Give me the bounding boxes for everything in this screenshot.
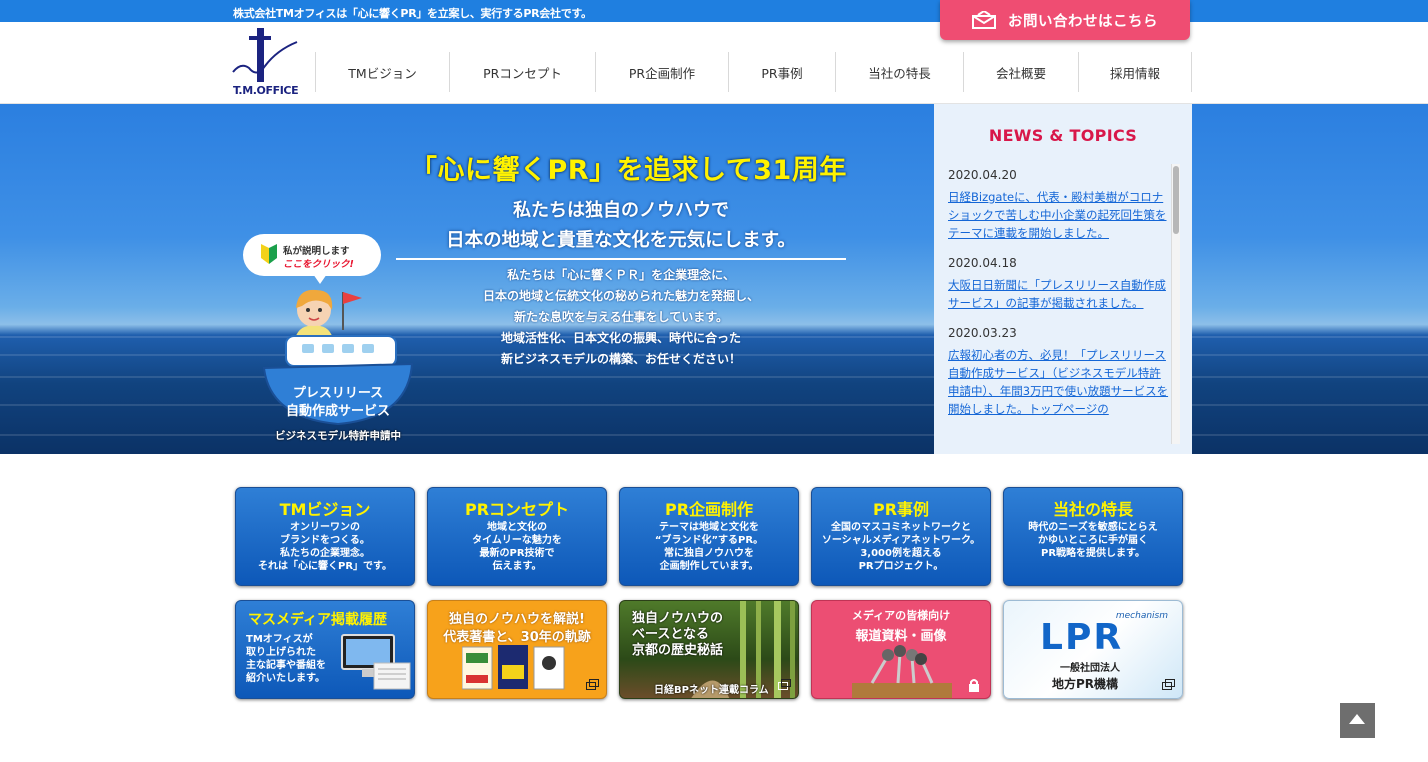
scrollbar-thumb[interactable] <box>1173 166 1179 234</box>
news-link[interactable]: 広報初心者の方、必見！「プレスリリース自動作成サービス」（ビジネスモデル特許申請… <box>948 346 1172 418</box>
nav-item[interactable]: PR事例 <box>728 52 835 92</box>
card-title: PR企画制作 <box>664 500 754 519</box>
news-panel: NEWS & TOPICS 2020.04.20 日経Bizgateに、代表・殿… <box>934 104 1192 454</box>
nav-item[interactable]: PRコンセプト <box>449 52 595 92</box>
top-bar: 株式会社TMオフィスは「心に響くPR」を立案し、実行するPR会社です。 <box>0 0 1428 22</box>
kyoto-caption: 日経BPネット連載コラム <box>654 685 769 696</box>
news-date: 2020.03.23 <box>948 326 1017 340</box>
external-link-icon <box>1162 679 1175 690</box>
boat-label-1: プレスリリース <box>292 386 384 401</box>
hero-body-line: 新たな息吹を与える仕事をしています。 <box>513 310 729 324</box>
hero-divider <box>396 258 846 260</box>
boat-label-2: 自動作成サービス <box>285 404 390 419</box>
news-title: NEWS & TOPICS <box>988 126 1138 145</box>
mass-media-banner[interactable]: マスメディア掲載履歴 TMオフィスが 取り上げられた 主な記事や番組を 紹介いたします… <box>235 600 415 699</box>
hero-subtitle-1: 私たちは独自のノウハウで <box>513 200 729 221</box>
hero-body-line: 地域活性化、日本文化の振興、時代に合った <box>500 331 741 345</box>
main-nav: TMビジョン PRコンセプト PR企画制作 PR事例 当社の特長 会社概要 採用情報 <box>315 52 1192 92</box>
news-item: 2020.04.20 日経Bizgateに、代表・殿村美樹がコロナショックで苦し… <box>948 168 1172 242</box>
press-line-1: メディアの皆様向け <box>851 609 951 622</box>
back-to-top-button[interactable] <box>1340 703 1375 738</box>
nav-item[interactable]: TMビジョン <box>315 52 449 92</box>
microphones-icon <box>852 645 952 698</box>
nav-item[interactable]: 採用情報 <box>1078 52 1192 92</box>
lpr-banner[interactable]: mechanism LPR 一般社団法人 地方PR機構 <box>1003 600 1183 699</box>
hero-body-line: 私たちは「心に響くＰＲ」を企業理念に、 <box>507 268 735 282</box>
kyoto-line-3: 京都の歴史秘話 <box>632 643 724 658</box>
kyoto-column-banner[interactable]: 独自ノウハウの ベースとなる 京都の歴史秘話 日経BPネット連載コラム <box>619 600 799 699</box>
news-date: 2020.04.20 <box>948 168 1017 182</box>
card-title: 当社の特長 <box>1052 500 1133 519</box>
category-card[interactable]: PR事例全国のマスコミネットワークと ソーシャルメディアネットワーク。 3,000例… <box>811 487 991 586</box>
logo-mark-icon <box>232 28 298 82</box>
nav-item[interactable]: 当社の特長 <box>835 52 963 92</box>
news-date: 2020.04.18 <box>948 256 1017 270</box>
lock-icon <box>969 679 979 692</box>
guide-bubble[interactable]: 私が説明します ここをクリック! <box>243 234 381 284</box>
news-list: 2020.04.20 日経Bizgateに、代表・殿村美樹がコロナショックで苦し… <box>948 168 1172 454</box>
hero-subtitle-2: 日本の地域と貴重な文化を元気にします。 <box>446 230 796 251</box>
header: T.M.OFFICE TMビジョン PRコンセプト PR企画制作 PR事例 当社の特長会… <box>0 22 1428 104</box>
beginner-mark-icon <box>261 244 277 264</box>
book-banner[interactable]: 独自のノウハウを解説! 代表著書と、30年の軌跡 <box>427 600 607 699</box>
category-card[interactable]: PR企画制作テーマは地域と文化を “ブランド化”するPR。 常に独自ノウハウを 企画制… <box>619 487 799 586</box>
bubble-line-2: ここをクリック! <box>283 259 354 270</box>
press-line-2: 報道資料・画像 <box>855 629 947 644</box>
news-scrollbar[interactable] <box>1171 164 1180 444</box>
external-link-icon <box>778 679 791 690</box>
lpr-mechanism: mechanism <box>1115 611 1168 621</box>
book-line-1: 独自のノウハウを解説! <box>449 612 585 627</box>
category-card[interactable]: 当社の特長時代のニーズを敏感にとらえ かゆいところに手が届く PR戦略を提供します。 <box>1003 487 1183 586</box>
books-icon <box>462 645 565 690</box>
mass-media-desc: TMオフィスが 取り上げられた 主な記事や番組を 紹介いたします。 <box>246 634 326 684</box>
news-item: 2020.03.23 広報初心者の方、必見！「プレスリリース自動作成サービス」（… <box>948 326 1172 418</box>
category-card[interactable]: TMビジョンオンリーワンの ブランドをつくる。 私たちの企業理念。 それは「心に響くP… <box>235 487 415 586</box>
category-card[interactable]: PRコンセプト地域と文化の タイムリーな魅力を 最新のPR技術で 伝えます。 <box>427 487 607 586</box>
hero-body-line: 日本の地域と伝統文化の秘められた魅力を発掘し、 <box>482 289 759 303</box>
card-description: テーマは地域と文化を “ブランド化”するPR。 常に独自ノウハウを 企画制作しています… <box>654 522 764 572</box>
mass-media-title: マスメディア掲載履歴 <box>248 612 388 628</box>
bubble-line-1: 私が説明します <box>283 246 350 257</box>
patent-caption: ビジネスモデル特許申請中 <box>275 430 401 442</box>
tagline: 株式会社TMオフィスは「心に響くPR」を立案し、実行するPR会社です。 <box>233 7 592 20</box>
news-link[interactable]: 日経Bizgateに、代表・殿村美樹がコロナショックで苦しむ中小企業の起死回生策… <box>948 188 1172 242</box>
lpr-line-2: 地方PR機構 <box>1052 677 1119 691</box>
hero-body-line: 新ビジネスモデルの構築、お任せください！ <box>500 352 741 366</box>
lpr-logo: LPR <box>1040 617 1124 658</box>
external-link-icon <box>586 679 599 690</box>
book-line-2: 代表著書と、30年の軌跡 <box>443 630 591 645</box>
card-description: 地域と文化の タイムリーな魅力を 最新のPR技術で 伝えます。 <box>472 522 562 572</box>
logo[interactable]: T.M.OFFICE <box>231 28 301 100</box>
news-link[interactable]: 大阪日日新聞に「プレスリリース自動作成サービス」の記事が掲載されました。 <box>948 276 1172 312</box>
logo-text: T.M.OFFICE <box>233 84 299 97</box>
card-description: オンリーワンの ブランドをつくる。 私たちの企業理念。 それは「心に響くPR」です。 <box>257 522 393 572</box>
news-item: 2020.04.18 大阪日日新聞に「プレスリリース自動作成サービス」の記事が掲… <box>948 256 1172 312</box>
lpr-line-1: 一般社団法人 <box>1060 663 1120 674</box>
card-description: 時代のニーズを敏感にとらえ かゆいところに手が届く PR戦略を提供します。 <box>1028 522 1158 559</box>
monitor-newspaper-icon <box>341 634 411 690</box>
card-description: 全国のマスコミネットワークと ソーシャルメディアネットワーク。 3,000例を超える… <box>821 522 981 572</box>
hero-title: 「心に響くPR」を追求して31周年 <box>410 155 847 186</box>
card-title: TMビジョン <box>279 500 371 519</box>
press-materials-banner[interactable]: メディアの皆様向け 報道資料・画像 <box>811 600 991 699</box>
hero: 「心に響くPR」を追求して31周年 私たちは独自のノウハウで 日本の地域と貴重な… <box>0 104 1428 454</box>
card-title: PR事例 <box>872 500 930 519</box>
card-title: PRコンセプト <box>464 500 570 519</box>
nav-item[interactable]: PR企画制作 <box>595 52 728 92</box>
nav-item[interactable]: 会社概要 <box>963 52 1078 92</box>
